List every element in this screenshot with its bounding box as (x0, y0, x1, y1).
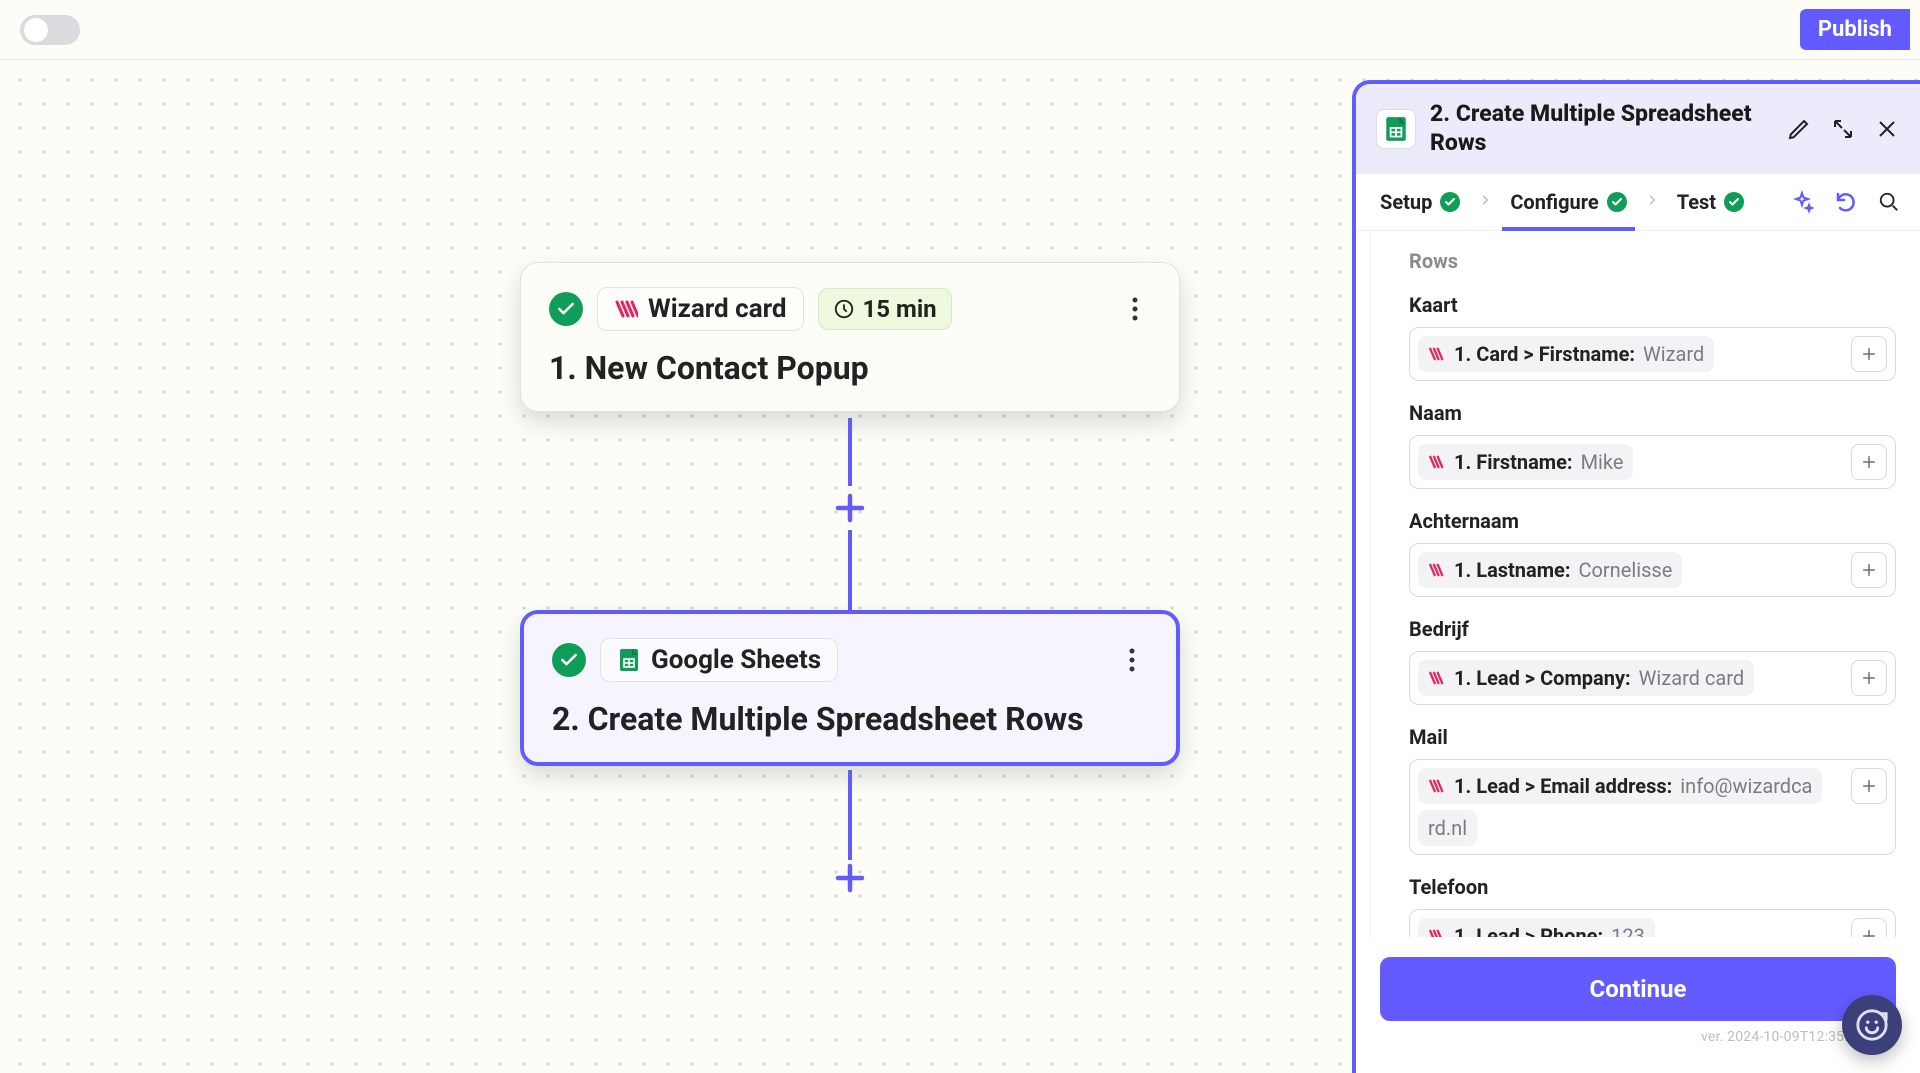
check-icon (1607, 192, 1627, 212)
tab-setup-label: Setup (1380, 190, 1432, 214)
enable-toggle[interactable] (20, 15, 80, 45)
step-1-num: 1. (549, 349, 577, 387)
tab-configure[interactable]: Configure (1506, 174, 1630, 230)
tab-setup[interactable]: Setup (1376, 174, 1464, 230)
step-2-num: 2. (552, 700, 580, 738)
tab-test-label: Test (1677, 190, 1716, 214)
field-input[interactable]: 1. Firstname: Mike (1409, 435, 1896, 489)
panel-title-text: Create Multiple Spreadsheet Rows (1430, 100, 1752, 156)
panel-header: 2. Create Multiple Spreadsheet Rows (1356, 84, 1920, 174)
field-label: Telefoon (1409, 875, 1896, 899)
field-label: Naam (1409, 401, 1896, 425)
version-text: ver. 2024-10-09T12:35.8082c7 (1380, 1029, 1896, 1045)
field-label: Bedrijf (1409, 617, 1896, 641)
rename-icon[interactable] (1786, 116, 1812, 142)
field-input[interactable]: 1. Lead > Phone: 123 (1409, 909, 1896, 938)
chevron-right-icon (1478, 192, 1492, 211)
mapping-pill[interactable]: 1. Firstname: Mike (1418, 444, 1633, 480)
search-icon[interactable] (1878, 191, 1900, 213)
mapping-pill[interactable]: 1. Lead > Email address: info@wizardca (1418, 768, 1822, 804)
panel-tabs: Setup Configure Test (1356, 174, 1920, 231)
app-chip-sheets: Google Sheets (600, 638, 838, 682)
mapping-pill[interactable]: 1. Card > Firstname: Wizard (1418, 336, 1714, 372)
continue-button[interactable]: Continue (1380, 957, 1896, 1021)
mapping-overflow: rd.nl (1418, 810, 1477, 846)
help-fab[interactable] (1842, 995, 1902, 1055)
time-text: 15 min (863, 295, 937, 323)
connector-line (848, 530, 852, 610)
field-input[interactable]: 1. Lead > Company: Wizard card (1409, 651, 1896, 705)
publish-button[interactable]: Publish (1800, 9, 1910, 50)
sparkle-ai-icon[interactable] (1790, 190, 1814, 214)
toggle-knob (24, 18, 48, 42)
chevron-right-icon (1645, 192, 1659, 211)
step-2-menu[interactable] (1116, 644, 1148, 676)
step-card-1[interactable]: Wizard card 15 min 1. New Contact Popup (520, 262, 1180, 412)
add-value-button[interactable] (1851, 768, 1887, 804)
add-value-button[interactable] (1851, 444, 1887, 480)
panel-body[interactable]: Rows Kaart 1. Card > Firstname: Wizard Naa… (1370, 231, 1920, 938)
add-value-button[interactable] (1851, 918, 1887, 938)
panel-footer: Continue ver. 2024-10-09T12:35.8082c7 (1356, 937, 1920, 1073)
step-1-menu[interactable] (1119, 293, 1151, 325)
connector-line (848, 770, 852, 860)
step-2-title: 2. Create Multiple Spreadsheet Rows (552, 700, 1148, 738)
add-step-1[interactable] (832, 490, 868, 526)
time-chip: 15 min (818, 288, 952, 330)
panel-title-num: 2. (1430, 100, 1450, 127)
mapping-pill[interactable]: 1. Lead > Phone: 123 (1418, 918, 1655, 938)
add-step-2[interactable] (832, 860, 868, 896)
section-rows: Rows (1409, 249, 1896, 273)
add-value-button[interactable] (1851, 336, 1887, 372)
field-label: Mail (1409, 725, 1896, 749)
step-1-title: 1. New Contact Popup (549, 349, 1151, 387)
step-1-title-text: New Contact Popup (585, 349, 869, 387)
wizard-icon (614, 297, 638, 321)
tab-configure-label: Configure (1510, 190, 1598, 214)
app-chip-wizard: Wizard card (597, 287, 804, 331)
check-icon (549, 292, 583, 326)
field-label: Achternaam (1409, 509, 1896, 533)
field-input[interactable]: 1. Lead > Email address: info@wizardca rd… (1409, 759, 1896, 855)
close-icon[interactable] (1874, 116, 1900, 142)
mapping-pill[interactable]: 1. Lead > Company: Wizard card (1418, 660, 1754, 696)
step-2-title-text: Create Multiple Spreadsheet Rows (588, 700, 1084, 738)
app-name: Google Sheets (651, 645, 821, 675)
add-value-button[interactable] (1851, 552, 1887, 588)
expand-icon[interactable] (1830, 116, 1856, 142)
add-value-button[interactable] (1851, 660, 1887, 696)
google-sheets-icon (1376, 109, 1416, 149)
check-icon (1440, 192, 1460, 212)
step-detail-panel: 2. Create Multiple Spreadsheet Rows Setu… (1352, 80, 1920, 1073)
google-sheets-icon (617, 648, 641, 672)
undo-icon[interactable] (1834, 190, 1858, 214)
connector-line (848, 418, 852, 486)
step-card-2[interactable]: Google Sheets 2. Create Multiple Spreads… (520, 610, 1180, 766)
panel-actions (1786, 116, 1900, 142)
mapping-pill[interactable]: 1. Lastname: Cornelisse (1418, 552, 1682, 588)
field-label: Kaart (1409, 293, 1896, 317)
top-bar: Publish (0, 0, 1920, 60)
panel-title: 2. Create Multiple Spreadsheet Rows (1430, 100, 1772, 158)
step-1-header: Wizard card 15 min (549, 287, 1151, 331)
field-input[interactable]: 1. Lastname: Cornelisse (1409, 543, 1896, 597)
check-icon (1724, 192, 1744, 212)
app-name: Wizard card (648, 294, 787, 324)
step-2-header: Google Sheets (552, 638, 1148, 682)
tab-test[interactable]: Test (1673, 174, 1748, 230)
check-icon (552, 643, 586, 677)
field-input[interactable]: 1. Card > Firstname: Wizard (1409, 327, 1896, 381)
